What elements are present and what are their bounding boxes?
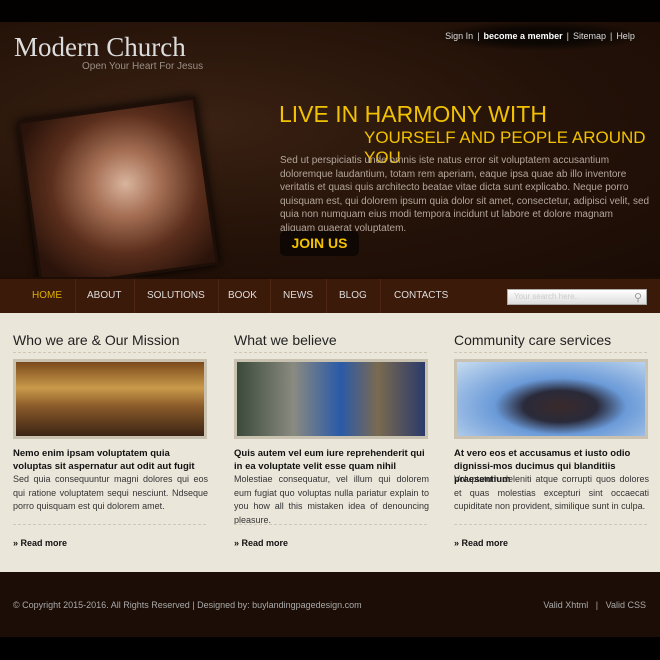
nav-book[interactable]: BOOK — [215, 279, 271, 313]
divider — [13, 524, 206, 525]
search-input[interactable]: Your search here.. ⚲ — [507, 289, 647, 305]
nav-blog[interactable]: BLOG — [326, 279, 381, 313]
nav-home[interactable]: HOME — [19, 279, 76, 313]
nav-news[interactable]: NEWS — [270, 279, 327, 313]
sign-in-link[interactable]: Sign In — [445, 31, 473, 41]
separator: | — [609, 31, 613, 41]
copyright: © Copyright 2015-2016. All Rights Reserv… — [13, 600, 362, 610]
search-placeholder: Your search here.. — [514, 292, 580, 301]
column-title: What we believe — [234, 332, 337, 348]
tagline: Open Your Heart For Jesus — [82, 61, 204, 72]
hero-text: Sed ut perspiciatis unde omnis iste natu… — [280, 155, 650, 234]
nav-contacts[interactable]: CONTACTS — [381, 279, 461, 313]
column-text: Sed quia consequuntur magni dolores qui … — [13, 474, 208, 511]
valid-xhtml-link[interactable]: Valid Xhtml — [543, 600, 588, 610]
header: Modern Church Open Your Heart For Jesus … — [0, 22, 660, 290]
column-text: Voluptatum deleniti atque corrupti quos … — [454, 474, 649, 511]
nav-about[interactable]: ABOUT — [74, 279, 136, 313]
main-nav: HOME ABOUT SOLUTIONS BOOK NEWS BLOG CONT… — [0, 277, 660, 313]
read-more-link[interactable]: » Read more — [13, 538, 67, 548]
top-links: Sign In | become a member | Sitemap | Help — [440, 22, 640, 50]
top-bar — [0, 0, 660, 22]
logo[interactable]: Modern Church — [14, 32, 186, 63]
divider — [234, 524, 427, 525]
column-title: Community care services — [454, 332, 612, 348]
footer: © Copyright 2015-2016. All Rights Reserv… — [0, 572, 660, 637]
read-more-link[interactable]: » Read more — [234, 538, 288, 548]
column-subtitle: Nemo enim ipsam voluptatem quia voluptas… — [13, 448, 195, 472]
valid-css-link[interactable]: Valid CSS — [606, 600, 646, 610]
column-title: Who we are & Our Mission — [13, 332, 180, 348]
content-area: Who we are & Our Mission Nemo enim ipsam… — [0, 313, 660, 572]
validation-links: Valid Xhtml | Valid CSS — [543, 600, 646, 610]
become-member-link[interactable]: become a member — [484, 31, 563, 41]
sitemap-link[interactable]: Sitemap — [573, 31, 606, 41]
separator: | — [595, 600, 599, 610]
divider — [234, 352, 427, 353]
column-text: Molestiae consequatur, vel illum qui dol… — [234, 474, 429, 525]
join-us-button[interactable]: JOIN US — [280, 231, 359, 256]
separator: | — [566, 31, 569, 41]
divider — [13, 352, 206, 353]
divider — [454, 352, 647, 353]
preacher-image — [454, 359, 648, 439]
read-more-link[interactable]: » Read more — [454, 538, 508, 548]
help-link[interactable]: Help — [616, 31, 635, 41]
hero-headline: LIVE IN HARMONY WITH — [279, 101, 547, 127]
church-interior-image — [13, 359, 207, 439]
divider — [454, 524, 647, 525]
nav-solutions[interactable]: SOLUTIONS — [134, 279, 219, 313]
separator: | — [477, 31, 480, 41]
praying-girl-photo — [17, 96, 219, 290]
search-icon[interactable]: ⚲ — [634, 291, 642, 304]
column-subtitle: Quis autem vel eum iure reprehenderit qu… — [234, 448, 425, 472]
cathedral-statue-image — [234, 359, 428, 439]
